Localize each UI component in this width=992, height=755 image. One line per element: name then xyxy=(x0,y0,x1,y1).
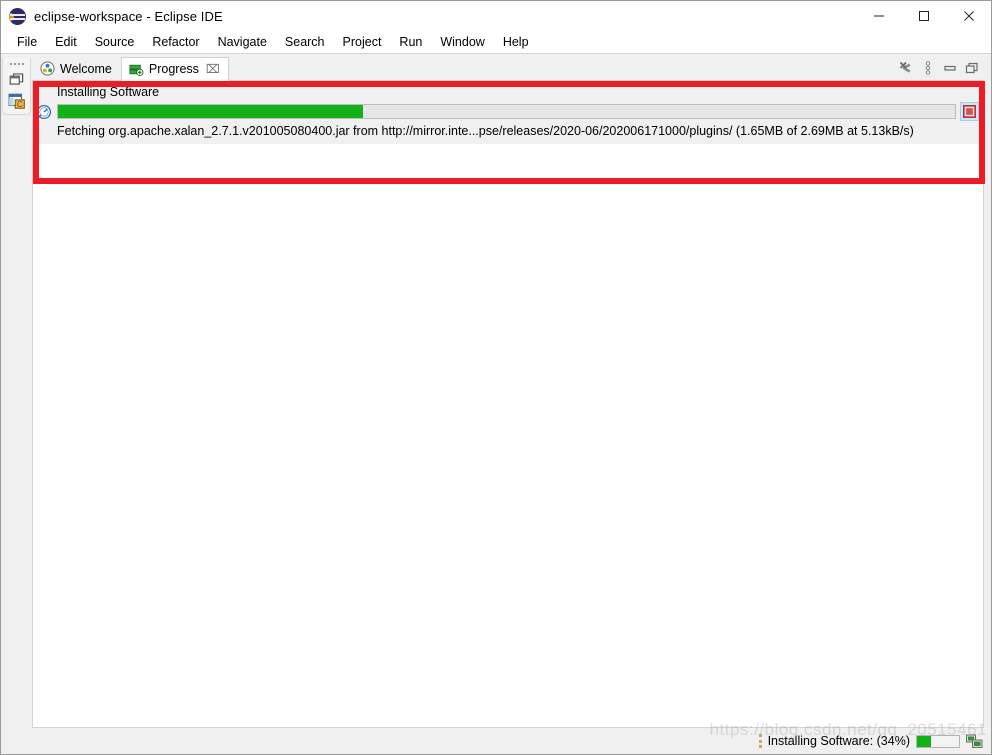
trim-stack-box: C xyxy=(2,58,31,115)
menu-bar: File Edit Source Refactor Navigate Searc… xyxy=(1,31,991,54)
status-grip xyxy=(758,734,762,748)
menu-edit[interactable]: Edit xyxy=(46,33,86,52)
close-button[interactable] xyxy=(946,1,991,31)
menu-window[interactable]: Window xyxy=(431,33,493,52)
restore-view-icon[interactable] xyxy=(8,70,26,88)
remove-all-finished-icon xyxy=(899,61,911,73)
view-toolbar xyxy=(896,56,984,80)
minimize-button[interactable] xyxy=(856,1,901,31)
remote-connection-icon[interactable] xyxy=(966,734,983,749)
menu-search[interactable]: Search xyxy=(276,33,334,52)
window-title: eclipse-workspace - Eclipse IDE xyxy=(34,8,223,24)
menu-file[interactable]: File xyxy=(8,33,46,52)
tab-welcome[interactable]: Welcome xyxy=(32,56,121,80)
job-progress-icon xyxy=(36,104,52,119)
minimize-view-button[interactable] xyxy=(940,58,960,78)
menu-refactor[interactable]: Refactor xyxy=(143,33,208,52)
minimize-icon xyxy=(944,65,956,71)
progress-panel: Installing Software Fetching org.apache.… xyxy=(32,81,985,728)
stop-job-button[interactable] xyxy=(960,102,979,121)
tab-welcome-label: Welcome xyxy=(60,61,112,76)
window-controls xyxy=(856,1,991,31)
java-perspective-icon[interactable]: C xyxy=(8,92,26,110)
maximize-view-button[interactable] xyxy=(962,58,982,78)
job-progress-row xyxy=(33,100,983,123)
menu-source[interactable]: Source xyxy=(86,33,144,52)
editor-stack: Welcome Progress ⌧ Installing Software F… xyxy=(32,54,991,728)
job-progress-fill xyxy=(58,105,363,118)
svg-text:C: C xyxy=(17,100,23,109)
remove-all-finished-button[interactable] xyxy=(896,58,916,78)
left-trim-stack: C xyxy=(1,54,32,728)
job-item[interactable]: Installing Software Fetching org.apache.… xyxy=(33,81,983,145)
view-menu-button[interactable] xyxy=(918,58,938,78)
menu-run[interactable]: Run xyxy=(390,33,431,52)
tab-progress[interactable]: Progress ⌧ xyxy=(120,57,229,81)
status-bar: https://blog.csdn.net/qq_20515461 Instal… xyxy=(1,720,991,754)
status-progress-fill xyxy=(917,735,932,747)
maximize-icon xyxy=(965,62,978,74)
tab-bar: Welcome Progress ⌧ xyxy=(32,54,984,81)
drag-handle-dots[interactable] xyxy=(9,61,25,66)
welcome-icon xyxy=(40,61,55,76)
job-progress-bar xyxy=(57,104,956,119)
workbench-area: C Welcome Progress ⌧ Installing Software… xyxy=(1,54,991,728)
progress-view-icon xyxy=(129,64,144,76)
job-detail-text: Fetching org.apache.xalan_2.7.1.v2010050… xyxy=(57,124,914,138)
progress-view-content: Installing Software Fetching org.apache.… xyxy=(33,81,983,176)
tab-close-icon[interactable]: ⌧ xyxy=(206,63,220,75)
tab-progress-label: Progress xyxy=(148,62,199,76)
menu-navigate[interactable]: Navigate xyxy=(209,33,276,52)
view-menu-icon xyxy=(925,61,931,75)
job-title: Installing Software xyxy=(57,85,160,99)
eclipse-main-window: eclipse-workspace - Eclipse IDE File Edi… xyxy=(0,0,992,755)
menu-project[interactable]: Project xyxy=(334,33,391,52)
menu-help[interactable]: Help xyxy=(494,33,538,52)
title-bar: eclipse-workspace - Eclipse IDE xyxy=(1,1,991,31)
stop-icon xyxy=(963,105,976,118)
maximize-icon xyxy=(918,11,929,21)
maximize-button[interactable] xyxy=(901,1,946,31)
minimize-icon xyxy=(873,15,884,17)
status-progress-bar[interactable] xyxy=(916,734,960,748)
eclipse-icon xyxy=(9,7,26,25)
status-progress-text[interactable]: Installing Software: (34%) xyxy=(768,734,910,748)
close-icon xyxy=(963,11,974,21)
